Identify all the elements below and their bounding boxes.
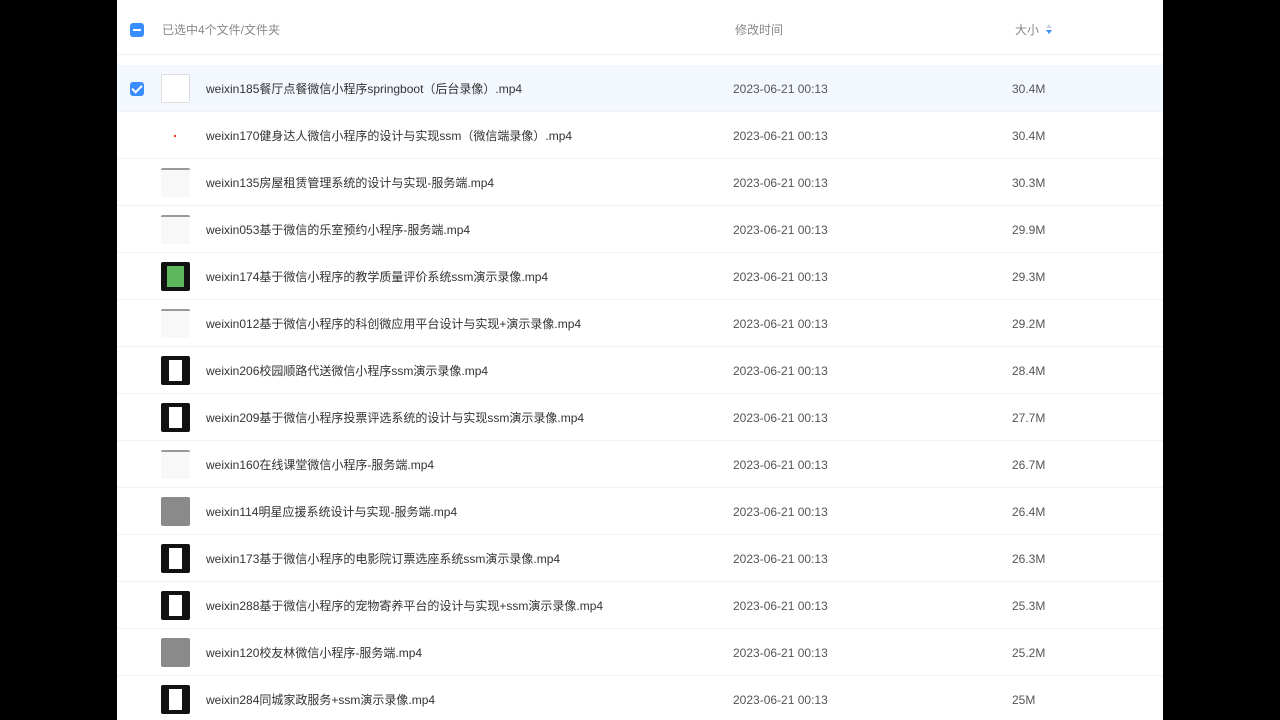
video-thumbnail-icon	[161, 121, 190, 150]
sort-desc-icon[interactable]	[1046, 24, 1054, 36]
file-modified-time: 2023-06-21 00:13	[733, 129, 828, 143]
file-row[interactable]: weixin170健身达人微信小程序的设计与实现ssm（微信端录像）.mp4 20…	[117, 112, 1163, 159]
file-name[interactable]: weixin206校园顺路代送微信小程序ssm演示录像.mp4	[206, 364, 488, 378]
file-modified-time: 2023-06-21 00:13	[733, 505, 828, 519]
file-name[interactable]: weixin120校友林微信小程序-服务端.mp4	[206, 646, 422, 660]
video-thumbnail-icon	[161, 74, 190, 103]
file-size: 26.3M	[1012, 552, 1046, 566]
file-name[interactable]: weixin173基于微信小程序的电影院订票选座系统ssm演示录像.mp4	[206, 552, 560, 566]
file-name[interactable]: weixin288基于微信小程序的宠物寄养平台的设计与实现+ssm演示录像.mp…	[206, 599, 603, 613]
file-modified-time: 2023-06-21 00:13	[733, 646, 828, 660]
file-name[interactable]: weixin053基于微信的乐室预约小程序-服务端.mp4	[206, 223, 470, 237]
file-size: 26.7M	[1012, 458, 1046, 472]
file-list-header: 已选中4个文件/文件夹 修改时间 大小	[117, 0, 1163, 55]
file-row[interactable]: weixin114明星应援系统设计与实现-服务端.mp4 2023-06-21 0…	[117, 488, 1163, 535]
file-name[interactable]: weixin174基于微信小程序的教学质量评价系统ssm演示录像.mp4	[206, 270, 548, 284]
size-column-header[interactable]: 大小	[1015, 22, 1039, 38]
file-modified-time: 2023-06-21 00:13	[733, 176, 828, 190]
file-modified-time: 2023-06-21 00:13	[733, 693, 828, 707]
file-size: 30.4M	[1012, 129, 1046, 143]
file-row[interactable]: weixin288基于微信小程序的宠物寄养平台的设计与实现+ssm演示录像.mp…	[117, 582, 1163, 629]
file-name[interactable]: weixin284同城家政服务+ssm演示录像.mp4	[206, 693, 435, 707]
row-checkbox-checked[interactable]	[130, 82, 144, 96]
video-thumbnail-icon	[161, 168, 190, 197]
file-row[interactable]: weixin209基于微信小程序投票评选系统的设计与实现ssm演示录像.mp4 2…	[117, 394, 1163, 441]
file-modified-time: 2023-06-21 00:13	[733, 458, 828, 472]
file-name[interactable]: weixin209基于微信小程序投票评选系统的设计与实现ssm演示录像.mp4	[206, 411, 584, 425]
file-size: 28.4M	[1012, 364, 1046, 378]
file-size: 30.4M	[1012, 82, 1046, 96]
file-name[interactable]: weixin114明星应援系统设计与实现-服务端.mp4	[206, 505, 457, 519]
file-modified-time: 2023-06-21 00:13	[733, 82, 828, 96]
file-modified-time: 2023-06-21 00:13	[733, 552, 828, 566]
file-size: 27.7M	[1012, 411, 1046, 425]
file-rows: weixin185餐厅点餐微信小程序springboot（后台录像）.mp4 20…	[117, 65, 1163, 720]
video-thumbnail-icon	[161, 638, 190, 667]
file-row[interactable]: weixin185餐厅点餐微信小程序springboot（后台录像）.mp4 20…	[117, 65, 1163, 112]
file-modified-time: 2023-06-21 00:13	[733, 411, 828, 425]
file-size: 25.2M	[1012, 646, 1046, 660]
file-size: 29.9M	[1012, 223, 1046, 237]
file-row[interactable]: weixin135房屋租赁管理系统的设计与实现-服务端.mp4 2023-06-2…	[117, 159, 1163, 206]
file-row[interactable]: weixin284同城家政服务+ssm演示录像.mp4 2023-06-21 00…	[117, 676, 1163, 720]
file-modified-time: 2023-06-21 00:13	[733, 364, 828, 378]
video-thumbnail-icon	[161, 497, 190, 526]
video-thumbnail-icon	[161, 215, 190, 244]
file-row[interactable]: weixin120校友林微信小程序-服务端.mp4 2023-06-21 00:1…	[117, 629, 1163, 676]
file-row[interactable]: weixin174基于微信小程序的教学质量评价系统ssm演示录像.mp4 2023…	[117, 253, 1163, 300]
file-name[interactable]: weixin160在线课堂微信小程序-服务端.mp4	[206, 458, 434, 472]
file-size: 29.3M	[1012, 270, 1046, 284]
file-name[interactable]: weixin170健身达人微信小程序的设计与实现ssm（微信端录像）.mp4	[206, 129, 572, 143]
video-thumbnail-icon	[161, 356, 190, 385]
video-thumbnail-icon	[161, 403, 190, 432]
file-size: 29.2M	[1012, 317, 1046, 331]
video-thumbnail-icon	[161, 591, 190, 620]
file-list-panel: 已选中4个文件/文件夹 修改时间 大小 weixin185餐厅点餐微信小程序sp…	[117, 0, 1163, 720]
file-row[interactable]: weixin012基于微信小程序的科创微应用平台设计与实现+演示录像.mp4 20…	[117, 300, 1163, 347]
selection-count-text: 已选中4个文件/文件夹	[162, 23, 281, 37]
file-modified-time: 2023-06-21 00:13	[733, 270, 828, 284]
file-size: 25M	[1012, 693, 1036, 707]
file-name[interactable]: weixin185餐厅点餐微信小程序springboot（后台录像）.mp4	[206, 82, 522, 96]
file-size: 30.3M	[1012, 176, 1046, 190]
file-modified-time: 2023-06-21 00:13	[733, 599, 828, 613]
file-size: 26.4M	[1012, 505, 1046, 519]
video-thumbnail-icon	[161, 544, 190, 573]
file-row[interactable]: weixin206校园顺路代送微信小程序ssm演示录像.mp4 2023-06-2…	[117, 347, 1163, 394]
file-row[interactable]: weixin053基于微信的乐室预约小程序-服务端.mp4 2023-06-21 …	[117, 206, 1163, 253]
file-row[interactable]: weixin173基于微信小程序的电影院订票选座系统ssm演示录像.mp4 202…	[117, 535, 1163, 582]
file-size: 25.3M	[1012, 599, 1046, 613]
file-name[interactable]: weixin135房屋租赁管理系统的设计与实现-服务端.mp4	[206, 176, 494, 190]
modified-time-column-header[interactable]: 修改时间	[735, 22, 783, 38]
select-all-checkbox[interactable]	[130, 23, 144, 37]
video-thumbnail-icon	[161, 309, 190, 338]
file-modified-time: 2023-06-21 00:13	[733, 223, 828, 237]
video-thumbnail-icon	[161, 450, 190, 479]
file-modified-time: 2023-06-21 00:13	[733, 317, 828, 331]
video-thumbnail-icon	[161, 685, 190, 714]
video-thumbnail-icon	[161, 262, 190, 291]
file-name[interactable]: weixin012基于微信小程序的科创微应用平台设计与实现+演示录像.mp4	[206, 317, 581, 331]
file-row[interactable]: weixin160在线课堂微信小程序-服务端.mp4 2023-06-21 00:…	[117, 441, 1163, 488]
